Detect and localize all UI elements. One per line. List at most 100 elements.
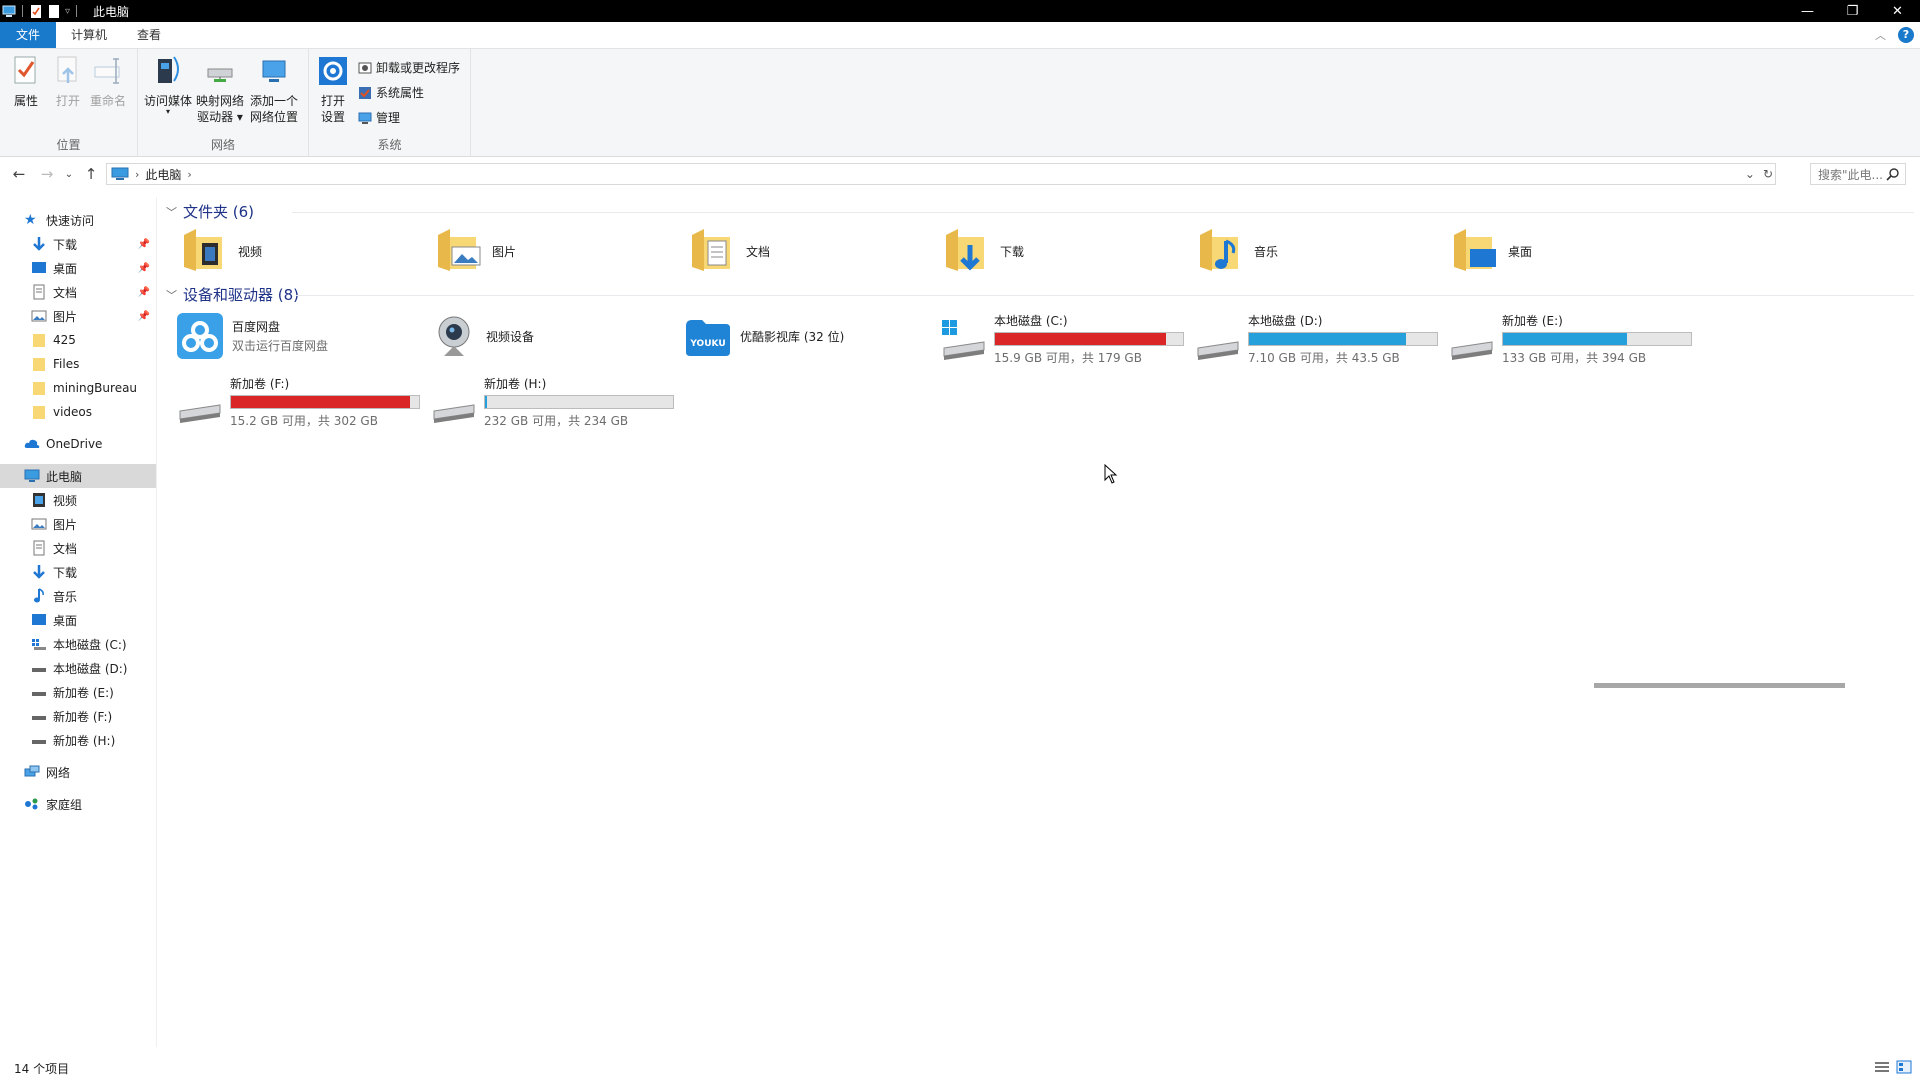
properties-check-icon[interactable] [29,4,43,18]
breadcrumb-separator-icon[interactable]: › [135,168,139,181]
sidebar-item-pictures[interactable]: 图片 📌 [0,304,156,328]
properties-button[interactable]: 属性 [10,53,42,109]
sidebar-pc-desktop[interactable]: 桌面 [0,608,156,632]
sidebar-network[interactable]: 网络 [0,760,156,784]
sidebar-pc-videos[interactable]: 视频 [0,488,156,512]
drive-f[interactable]: 新加卷 (F:) 15.2 GB 可用，共 302 GB [176,375,420,431]
folder-icon [33,358,45,371]
group-network: 访问媒体 ▾ 映射网络 驱动器 ▾ 添加一个 网络位置 网络 [138,49,309,157]
folder-downloads[interactable]: 下载 [944,227,1024,275]
computer-icon[interactable] [2,5,16,18]
sidebar-item-videos[interactable]: videos [0,400,156,424]
windows-drive-icon [32,639,46,650]
devices-section-header[interactable]: ﹀ 设备和驱动器 (8) [166,284,299,305]
recent-dropdown-icon[interactable]: ⌄ [61,160,77,188]
pin-icon[interactable]: 📌 [138,263,150,274]
device-camera[interactable]: 视频设备 [430,312,534,360]
forward-arrow-icon[interactable]: → [33,160,61,188]
navigation-bar: ← → ⌄ ↑ › 此电脑 › ⌄ ↻ 搜索"此电... [0,157,1920,191]
address-dropdown-icon[interactable]: ⌄ [1745,167,1755,181]
sidebar-item-425[interactable]: 425 [0,328,156,352]
system-properties-button[interactable]: 系统属性 [358,84,424,101]
folder-music[interactable]: 音乐 [1198,227,1278,275]
map-network-drive-button[interactable]: 映射网络 驱动器 ▾ [196,53,244,125]
sidebar-item-desktop[interactable]: 桌面 📌 [0,256,156,280]
sidebar-pc-drive-c[interactable]: 本地磁盘 (C:) [0,632,156,656]
open-settings-button[interactable]: 打开 设置 [317,53,349,125]
folder-videos[interactable]: 视频 [182,227,262,275]
sidebar-item-miningbureau[interactable]: miningBureau [0,376,156,400]
tiles-view-icon[interactable] [1896,1060,1912,1074]
drive-d[interactable]: 本地磁盘 (D:) 7.10 GB 可用，共 43.5 GB [1194,312,1438,368]
pin-icon[interactable]: 📌 [138,287,150,298]
qa-customize-icon[interactable]: ▿ [65,6,70,17]
document-folder-icon [692,229,730,271]
drive-icon [1451,341,1493,360]
breadcrumb-chevron-icon[interactable]: › [187,168,191,181]
sidebar-pc-documents[interactable]: 文档 [0,536,156,560]
sidebar-item-files[interactable]: Files [0,352,156,376]
open-button[interactable]: 打开 [52,53,84,109]
document-icon [33,540,45,556]
pin-icon[interactable]: 📌 [138,311,150,322]
help-icon[interactable]: ? [1898,27,1914,43]
music-folder-icon [1200,229,1238,271]
device-baidu-netdisk[interactable]: 百度网盘 双击运行百度网盘 [176,312,328,360]
folder-documents[interactable]: 文档 [690,227,770,275]
tab-computer[interactable]: 计算机 [56,22,122,48]
horizontal-scrollbar[interactable] [1594,683,1845,688]
uninstall-button[interactable]: 卸载或更改程序 [358,59,460,76]
computer-icon [24,469,40,482]
usage-fill [485,396,487,408]
search-input[interactable]: 搜索"此电... [1810,163,1906,185]
refresh-icon[interactable]: ↻ [1763,167,1773,181]
sidebar-pc-pictures[interactable]: 图片 [0,512,156,536]
rename-button[interactable]: 重命名 [90,53,126,109]
manage-button[interactable]: 管理 [358,109,400,126]
collapse-chevron-icon[interactable]: ﹀ [166,204,177,220]
sidebar-onedrive[interactable]: OneDrive [0,432,156,456]
sidebar-homegroup[interactable]: 家庭组 [0,792,156,816]
add-network-location-button[interactable]: 添加一个 网络位置 [250,53,298,125]
sidebar-pc-drive-f[interactable]: 新加卷 (F:) [0,704,156,728]
sidebar-this-pc[interactable]: 此电脑 [0,464,156,488]
drive-icon [32,692,46,696]
youku-folder-icon: YOUKU [686,320,730,356]
pin-icon[interactable]: 📌 [138,239,150,250]
sidebar-pc-downloads[interactable]: 下载 [0,560,156,584]
address-bar[interactable]: › 此电脑 › ⌄ ↻ [106,163,1776,185]
drive-c[interactable]: 本地磁盘 (C:) 15.9 GB 可用，共 179 GB [940,312,1184,368]
sidebar-pc-drive-e[interactable]: 新加卷 (E:) [0,680,156,704]
restore-button[interactable]: ❐ [1830,0,1875,22]
mouse-cursor-icon [1104,464,1118,484]
close-button[interactable]: ✕ [1875,0,1920,22]
search-placeholder: 搜索"此电... [1818,167,1883,182]
device-youku[interactable]: YOUKU 优酷影视库 (32 位) [684,312,844,360]
open-icon [57,56,77,83]
collapse-ribbon-icon[interactable]: ︿ [1875,27,1886,43]
tab-file[interactable]: 文件 [0,22,56,48]
media-icon [158,56,179,83]
folder-desktop[interactable]: 桌面 [1452,227,1532,275]
sidebar-item-documents[interactable]: 文档 📌 [0,280,156,304]
sidebar-quick-access[interactable]: ★ 快速访问 [0,208,156,232]
back-arrow-icon[interactable]: ← [5,160,33,188]
new-folder-icon[interactable] [47,4,61,18]
folders-section-header[interactable]: ﹀ 文件夹 (6) [166,201,254,222]
sidebar-pc-drive-d[interactable]: 本地磁盘 (D:) [0,656,156,680]
access-media-button[interactable]: 访问媒体 ▾ [144,53,192,116]
folder-pictures[interactable]: 图片 [436,227,516,275]
collapse-chevron-icon[interactable]: ﹀ [166,287,177,303]
ribbon-tabs: 文件 计算机 查看 ︿ ? [0,22,1920,49]
sidebar-pc-music[interactable]: 音乐 [0,584,156,608]
drive-e[interactable]: 新加卷 (E:) 133 GB 可用，共 394 GB [1448,312,1692,368]
sidebar-item-downloads[interactable]: 下载 📌 [0,232,156,256]
download-folder-icon [946,229,984,271]
up-arrow-icon[interactable]: ↑ [77,160,105,188]
minimize-button[interactable]: — [1785,0,1830,22]
sidebar-pc-drive-h[interactable]: 新加卷 (H:) [0,728,156,752]
drive-h[interactable]: 新加卷 (H:) 232 GB 可用，共 234 GB [430,375,674,431]
details-view-icon[interactable] [1874,1060,1890,1074]
tab-view[interactable]: 查看 [122,22,176,48]
breadcrumb-this-pc[interactable]: 此电脑 [145,166,181,183]
